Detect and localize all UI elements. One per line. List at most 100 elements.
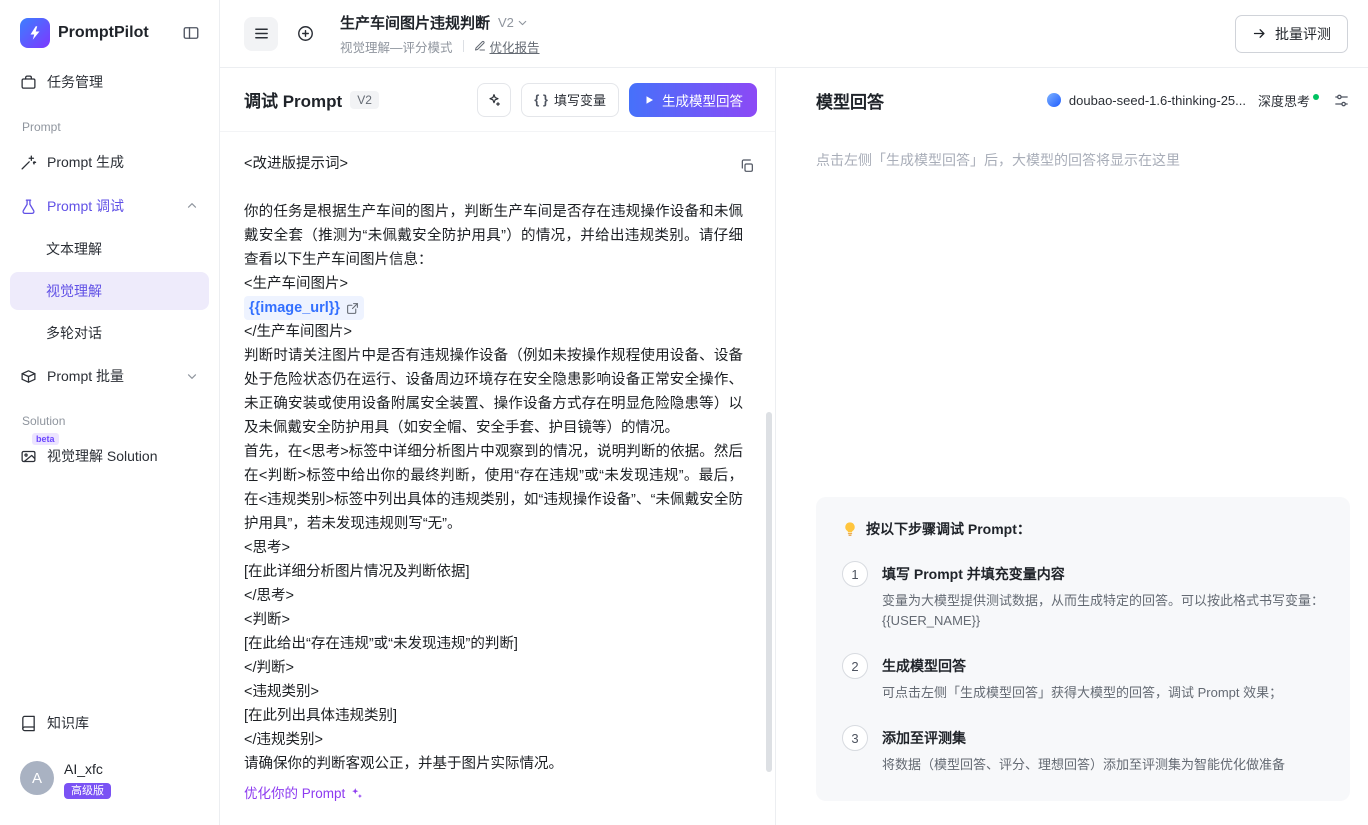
tips-title: 按以下步骤调试 Prompt： <box>866 519 1031 539</box>
page-title: 生产车间图片违规判断 <box>340 12 490 33</box>
step-number: 3 <box>842 725 868 751</box>
prompt-line: [在此详细分析图片情况及判断依据] <box>244 560 743 584</box>
prompt-line: {{image_url}} <box>244 296 743 320</box>
prompt-line: 判断时请关注图片中是否有违规操作设备（例如未按操作规程使用设备、设备处于危险状态… <box>244 344 743 440</box>
braces-icon: { } <box>534 92 548 107</box>
sidebar-collapse-button[interactable] <box>177 19 205 47</box>
tips-card: 按以下步骤调试 Prompt： 1 填写 Prompt 并填充变量内容 变量为大… <box>816 497 1350 801</box>
content: 调试 Prompt V2 { } 填写变量 生成模型回答 <box>220 68 1368 825</box>
sidebar-item-vision-solution[interactable]: beta 视觉理解 Solution <box>10 436 209 476</box>
sparkles-icon <box>350 787 364 801</box>
answer-panel: 模型回答 doubao-seed-1.6-thinking-25... 深度思考… <box>776 68 1368 825</box>
status-dot <box>1313 94 1319 100</box>
prompt-panel-header: 调试 Prompt V2 { } 填写变量 生成模型回答 <box>220 68 775 132</box>
chevron-up-icon <box>185 199 199 213</box>
menu-button[interactable] <box>244 17 278 51</box>
arrow-right-icon <box>1252 26 1267 41</box>
logo-row: PromptPilot <box>0 0 219 60</box>
prompt-panel-title: 调试 Prompt <box>244 87 342 112</box>
section-label-solution: Solution <box>0 398 219 434</box>
sidebar-subitem-text-understanding[interactable]: 文本理解 <box>10 230 209 268</box>
copy-icon <box>739 158 755 174</box>
step-number: 1 <box>842 561 868 587</box>
model-selector[interactable]: doubao-seed-1.6-thinking-25... <box>1047 93 1246 108</box>
brand-logo: PromptPilot <box>20 18 149 48</box>
chevron-down-icon <box>516 16 529 29</box>
tip-step: 1 填写 Prompt 并填充变量内容 变量为大模型提供测试数据，从而生成特定的… <box>842 561 1324 631</box>
sidebar-item-label: Prompt 批量 <box>47 366 124 386</box>
prompt-line: </违规类别> <box>244 728 743 752</box>
sidebar-bottom: 知识库 A AI_xfc 高级版 <box>0 701 219 825</box>
model-name: doubao-seed-1.6-thinking-25... <box>1069 93 1246 108</box>
deep-think-toggle[interactable]: 深度思考 <box>1258 91 1319 110</box>
open-external-icon <box>346 302 359 315</box>
sliders-icon <box>1333 92 1350 109</box>
step-number: 2 <box>842 653 868 679</box>
step-title: 生成模型回答 <box>882 653 1282 676</box>
sidebar-item-prompt-debug[interactable]: Prompt 调试 <box>10 186 209 226</box>
new-task-button[interactable] <box>288 17 322 51</box>
circle-plus-icon <box>296 24 315 43</box>
briefcase-icon <box>20 74 37 91</box>
optimize-report-link[interactable]: 优化报告 <box>474 37 540 56</box>
wand-icon <box>20 154 37 171</box>
sidebar-item-knowledge-base[interactable]: 知识库 <box>10 703 209 743</box>
sparkle-icon <box>486 92 502 108</box>
prompt-line: 你的任务是根据生产车间的图片，判断生产车间是否存在违规操作设备和未佩戴安全套（推… <box>244 200 743 272</box>
batch-eval-button[interactable]: 批量评测 <box>1235 15 1348 53</box>
prompt-line: </思考> <box>244 584 743 608</box>
topbar: 生产车间图片违规判断 V2 视觉理解—评分模式 优化报告 <box>220 0 1368 68</box>
ai-polish-button[interactable] <box>477 83 511 117</box>
step-title: 添加至评测集 <box>882 725 1285 748</box>
optimize-link-label: 优化你的 Prompt <box>244 782 345 806</box>
fill-variables-button[interactable]: { } 填写变量 <box>521 83 619 117</box>
prompt-line: </生产车间图片> <box>244 320 743 344</box>
prompt-editor[interactable]: <改进版提示词> 你的任务是根据生产车间的图片，判断生产车间是否存在违规操作设备… <box>220 132 775 825</box>
prompt-line: <改进版提示词> <box>244 152 743 176</box>
tip-step: 3 添加至评测集 将数据（模型回答、评分、理想回答）添加至评测集为智能优化做准备 <box>842 725 1324 775</box>
step-desc: 可点击左侧「生成模型回答」获得大模型的回答，调试 Prompt 效果； <box>882 683 1282 703</box>
prompt-scrollbar[interactable] <box>766 412 772 772</box>
sidebar-item-prompt-batch[interactable]: Prompt 批量 <box>10 356 209 396</box>
model-settings-button[interactable] <box>1333 92 1350 109</box>
prompt-line: [在此给出“存在违规”或“未发现违规”的判断] <box>244 632 743 656</box>
tip-step: 2 生成模型回答 可点击左侧「生成模型回答」获得大模型的回答，调试 Prompt… <box>842 653 1324 703</box>
step-desc: 变量为大模型提供测试数据，从而生成特定的回答。可以按此格式书写变量：{{USER… <box>882 591 1324 631</box>
sidebar-subitem-label: 多轮对话 <box>46 323 102 343</box>
optimize-prompt-link[interactable]: 优化你的 Prompt <box>244 782 364 806</box>
user-profile[interactable]: A AI_xfc 高级版 <box>0 745 219 815</box>
prompt-line: <判断> <box>244 608 743 632</box>
app-window: PromptPilot 任务管理 Prompt Prompt 生成 Prompt… <box>0 0 1368 825</box>
image-url-variable[interactable]: {{image_url}} <box>244 296 364 320</box>
copy-button[interactable] <box>739 158 755 174</box>
blank-line <box>244 176 743 200</box>
variable-label: {{image_url}} <box>249 296 340 320</box>
plan-badge: 高级版 <box>64 783 111 799</box>
prompt-line: 首先，在<思考>标签中详细分析图片中观察到的情况，说明判断的依据。然后在<判断>… <box>244 440 743 536</box>
sidebar-item-prompt-generate[interactable]: Prompt 生成 <box>10 142 209 182</box>
image-icon <box>20 448 37 465</box>
version-dropdown[interactable]: V2 <box>498 15 529 30</box>
title-block: 生产车间图片违规判断 V2 视觉理解—评分模式 优化报告 <box>340 12 540 56</box>
prompt-line: 请确保你的判断客观公正，并基于图片实际情况。 <box>244 752 743 776</box>
prompt-line: </判断> <box>244 656 743 680</box>
prompt-panel: 调试 Prompt V2 { } 填写变量 生成模型回答 <box>220 68 776 825</box>
sidebar-item-label: Prompt 生成 <box>47 152 124 172</box>
answer-panel-header: 模型回答 doubao-seed-1.6-thinking-25... 深度思考 <box>776 68 1368 132</box>
sidebar-subitem-label: 视觉理解 <box>46 281 102 301</box>
answer-panel-title: 模型回答 <box>816 88 884 113</box>
sidebar-item-task-management[interactable]: 任务管理 <box>10 62 209 102</box>
version-label: V2 <box>498 15 514 30</box>
sidebar-item-label: 任务管理 <box>47 72 103 92</box>
report-link-label: 优化报告 <box>490 37 540 56</box>
user-name: AI_xfc <box>64 760 103 777</box>
sidebar-item-label: Prompt 调试 <box>47 196 124 216</box>
sidebar-subitem-vision-understanding[interactable]: 视觉理解 <box>10 272 209 310</box>
sidebar-item-label: 视觉理解 Solution <box>47 446 157 466</box>
generate-answer-button[interactable]: 生成模型回答 <box>629 83 757 117</box>
generate-answer-label: 生成模型回答 <box>662 90 743 110</box>
avatar: A <box>20 761 54 795</box>
model-logo-icon <box>1047 93 1061 107</box>
sidebar-subitem-multiturn-dialogue[interactable]: 多轮对话 <box>10 314 209 352</box>
batch-eval-label: 批量评测 <box>1275 24 1331 44</box>
